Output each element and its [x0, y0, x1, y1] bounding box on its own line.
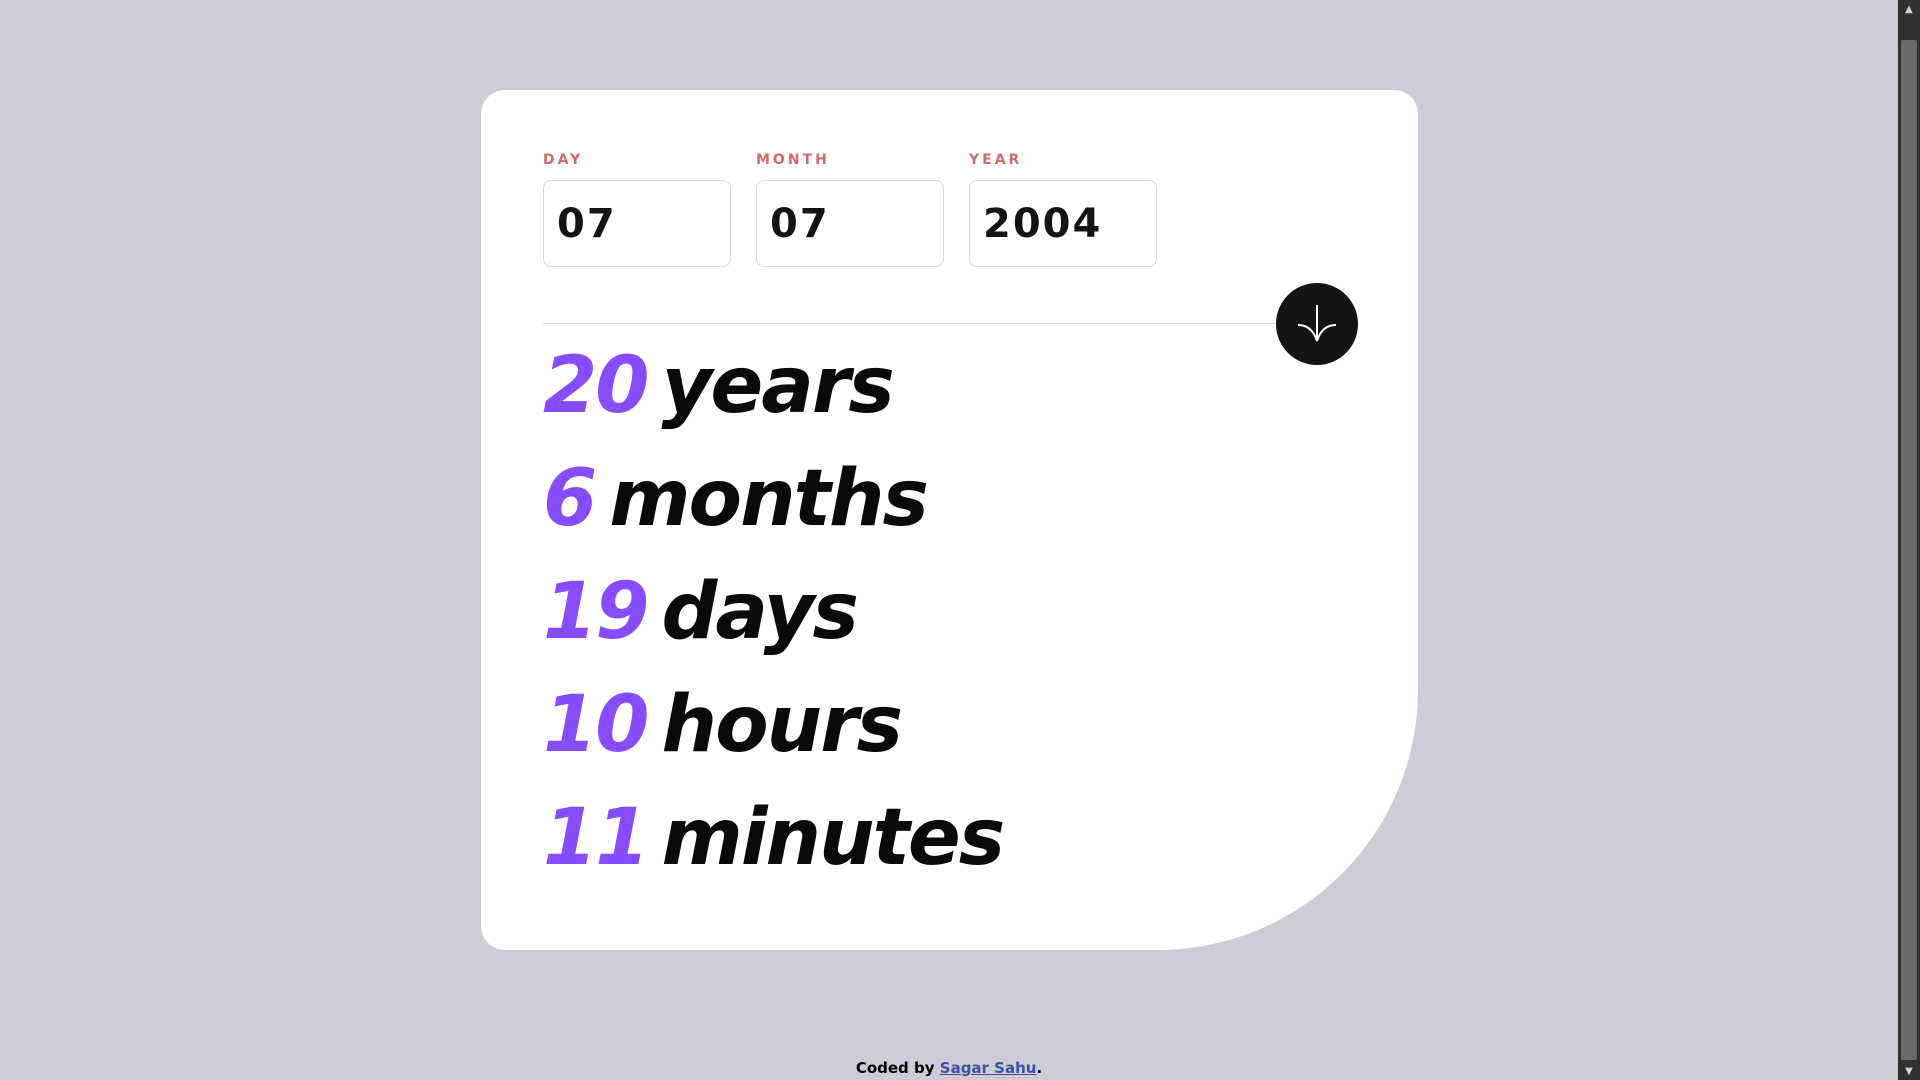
days-unit: days — [661, 567, 859, 657]
minutes-unit: minutes — [661, 793, 1006, 883]
days-value: 19 — [543, 567, 650, 657]
attribution-footer: Coded by Sagar Sahu. — [0, 1059, 1898, 1077]
hours-value: 10 — [543, 680, 650, 770]
day-input[interactable] — [543, 180, 731, 267]
arrow-down-icon — [1297, 305, 1337, 342]
date-fields: DAY MONTH YEAR — [543, 152, 1157, 267]
vertical-scrollbar[interactable]: ▲ ▼ — [1898, 0, 1920, 1080]
result-minutes: 11 minutes — [543, 782, 1006, 895]
months-value: 6 — [543, 454, 597, 544]
months-unit: months — [609, 454, 929, 544]
years-unit: years — [661, 341, 895, 431]
day-label: DAY — [543, 152, 584, 168]
scroll-down-arrow-icon[interactable]: ▼ — [1898, 1062, 1920, 1080]
year-field-group: YEAR — [969, 152, 1157, 267]
result-hours: 10 hours — [543, 669, 1003, 782]
age-calculator-card: DAY MONTH YEAR 20years 6months — [481, 90, 1418, 950]
minutes-value: 11 — [543, 793, 650, 883]
year-label: YEAR — [969, 152, 1023, 168]
year-input[interactable] — [969, 180, 1157, 267]
results-list: 20 years 6 months 19 days 10 hours 11 minutes — [543, 330, 1006, 895]
result-years: 20 years — [543, 330, 1003, 443]
author-link[interactable]: Sagar Sahu — [940, 1059, 1037, 1077]
hours-unit: hours — [661, 680, 904, 770]
scroll-thumb[interactable] — [1901, 40, 1917, 1060]
result-months: 6 months — [543, 443, 1003, 556]
month-label: MONTH — [756, 152, 830, 168]
attribution-prefix: Coded by — [855, 1059, 935, 1077]
day-field-group: DAY — [543, 152, 731, 267]
attribution-suffix: . — [1036, 1059, 1043, 1077]
month-input[interactable] — [756, 180, 944, 267]
scroll-up-arrow-icon[interactable]: ▲ — [1898, 0, 1920, 18]
calculate-button[interactable] — [1276, 283, 1358, 365]
month-field-group: MONTH — [756, 152, 944, 267]
result-days: 19 days — [543, 556, 1003, 669]
divider — [543, 323, 1276, 324]
years-value: 20 — [543, 341, 650, 431]
